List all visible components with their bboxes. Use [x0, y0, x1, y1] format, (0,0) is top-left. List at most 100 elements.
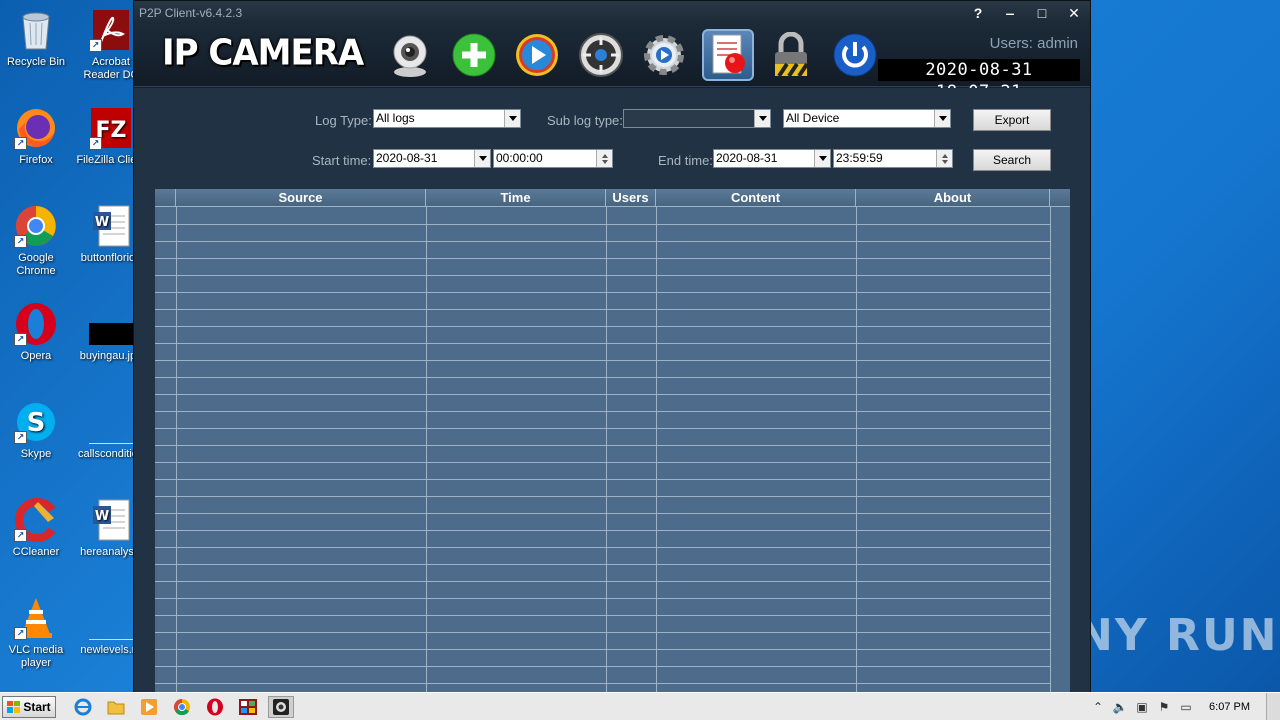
window-title: P2P Client-v6.4.2.3 — [139, 6, 243, 20]
column-header-about[interactable]: About — [856, 189, 1050, 207]
taskbar-p2p-client[interactable] — [268, 695, 294, 718]
desktop-icon-skype[interactable]: S ↗ Skype — [1, 400, 71, 461]
camera-icon — [393, 35, 427, 77]
add-device-button[interactable] — [448, 29, 500, 81]
svg-text:W: W — [95, 215, 109, 230]
desktop-icon-recycle-bin[interactable]: Recycle Bin — [1, 8, 71, 69]
table-row — [155, 326, 1050, 327]
calendar-dropdown-icon[interactable] — [474, 150, 490, 167]
sub-log-type-select[interactable] — [623, 109, 771, 128]
log-button[interactable] — [701, 29, 754, 81]
column-header-time[interactable]: Time — [426, 189, 606, 207]
table-row — [155, 411, 1050, 412]
power-plug-icon[interactable]: ▭ — [1177, 698, 1195, 716]
table-row — [155, 479, 1050, 480]
grid-column-divider — [176, 207, 177, 693]
title-bar[interactable]: P2P Client-v6.4.2.3 ? ‒ □ ✕ — [134, 1, 1090, 25]
window-controls: ? ‒ □ ✕ — [962, 1, 1090, 25]
volume-icon[interactable]: 🔈 — [1111, 698, 1129, 716]
desktop-icon-label: Skype — [20, 448, 52, 460]
desktop-icon-vlc[interactable]: ↗ VLC media player — [1, 596, 71, 670]
end-date-picker[interactable]: 2020-08-31 — [713, 149, 831, 168]
blank-file-icon — [89, 596, 133, 640]
log-type-select[interactable]: All logs — [373, 109, 521, 128]
table-row — [155, 547, 1050, 548]
start-label: Start — [23, 699, 51, 714]
start-time-spinner[interactable]: 00:00:00 — [493, 149, 613, 168]
column-header-users[interactable]: Users — [606, 189, 656, 207]
taskbar-opera[interactable] — [202, 696, 228, 718]
chrome-icon — [173, 698, 190, 715]
log-table-scrollbar[interactable] — [1050, 207, 1070, 693]
search-button[interactable]: Search — [973, 149, 1051, 171]
power-icon — [833, 33, 876, 77]
maximize-button[interactable]: □ — [1026, 1, 1058, 25]
windows-logo-icon — [7, 700, 21, 713]
taskbar-ie[interactable] — [70, 696, 96, 718]
app-header: IP CAMERA Users: admin 2020-08-31 — [134, 25, 1090, 102]
end-date-value: 2020-08-31 — [716, 151, 778, 165]
p2p-client-window: P2P Client-v6.4.2.3 ? ‒ □ ✕ IP CAMERA Us… — [133, 0, 1091, 693]
start-button[interactable]: Start — [2, 695, 56, 718]
log-table[interactable]: Source Time Users Content About — [155, 189, 1070, 693]
settings-button[interactable] — [638, 29, 690, 81]
folder-icon — [107, 701, 125, 714]
recycle-bin-icon — [14, 8, 58, 52]
table-row — [155, 632, 1050, 633]
spinner-arrows-icon[interactable] — [936, 150, 952, 167]
desktop-icon-label: CCleaner — [12, 546, 60, 558]
datetime-display: 2020-08-31 18:07:21 — [878, 59, 1080, 102]
image-file-icon — [89, 302, 133, 346]
close-button[interactable]: ✕ — [1058, 1, 1090, 25]
column-header-source[interactable]: Source — [176, 189, 426, 207]
minimize-button[interactable]: ‒ — [994, 1, 1026, 25]
taskbar-app-grid[interactable] — [235, 696, 261, 718]
live-view-button[interactable] — [384, 29, 436, 81]
start-date-picker[interactable]: 2020-08-31 — [373, 149, 491, 168]
column-header-index[interactable] — [155, 189, 176, 207]
table-row — [155, 275, 1050, 276]
table-row — [155, 496, 1050, 497]
taskbar-explorer[interactable] — [103, 696, 129, 718]
export-button[interactable]: Export — [973, 109, 1051, 131]
shortcut-arrow-icon: ↗ — [89, 137, 102, 150]
lock-icon — [775, 32, 809, 78]
grid-column-divider — [856, 207, 857, 693]
table-row — [155, 513, 1050, 514]
lock-button[interactable] — [765, 29, 817, 81]
show-hidden-icons-icon[interactable]: ⌃ — [1089, 698, 1107, 716]
desktop-icon-label: VLC media player — [8, 644, 64, 669]
desktop-icon-opera[interactable]: ↗ Opera — [1, 302, 71, 363]
shortcut-arrow-icon: ↗ — [14, 431, 27, 444]
playback-button[interactable] — [511, 29, 563, 81]
current-user: Users: admin — [989, 35, 1078, 52]
action-center-flag-icon[interactable]: ⚑ — [1155, 698, 1173, 716]
table-row — [155, 564, 1050, 565]
table-row — [155, 598, 1050, 599]
taskbar-media-player[interactable] — [136, 696, 162, 718]
table-row — [155, 360, 1050, 361]
start-time-value: 00:00:00 — [496, 151, 543, 165]
end-time-spinner[interactable]: 23:59:59 — [833, 149, 953, 168]
taskbar-clock[interactable]: 6:07 PM — [1209, 701, 1250, 713]
device-select[interactable]: All Device — [783, 109, 951, 128]
help-button[interactable]: ? — [962, 1, 994, 25]
taskbar-chrome[interactable] — [169, 696, 195, 718]
calendar-dropdown-icon[interactable] — [814, 150, 830, 167]
desktop-icon-firefox[interactable]: ↗ Firefox — [1, 106, 71, 167]
desktop-icon-chrome[interactable]: ↗ Google Chrome — [1, 204, 71, 278]
grid-column-divider — [606, 207, 607, 693]
desktop-icon-label: Firefox — [19, 154, 53, 166]
desktop-icon-ccleaner[interactable]: ↗ CCleaner — [1, 498, 71, 559]
chevron-down-icon[interactable] — [934, 110, 950, 127]
column-header-content[interactable]: Content — [656, 189, 856, 207]
log-type-label: Log Type: — [315, 113, 372, 128]
show-desktop-button[interactable] — [1266, 693, 1280, 720]
exit-button[interactable] — [829, 29, 881, 81]
ptz-control-button[interactable] — [575, 29, 627, 81]
table-row — [155, 462, 1050, 463]
chevron-down-icon[interactable] — [504, 110, 520, 127]
chevron-down-icon[interactable] — [754, 110, 770, 127]
network-icon[interactable]: ▣ — [1133, 698, 1151, 716]
spinner-arrows-icon[interactable] — [596, 150, 612, 167]
